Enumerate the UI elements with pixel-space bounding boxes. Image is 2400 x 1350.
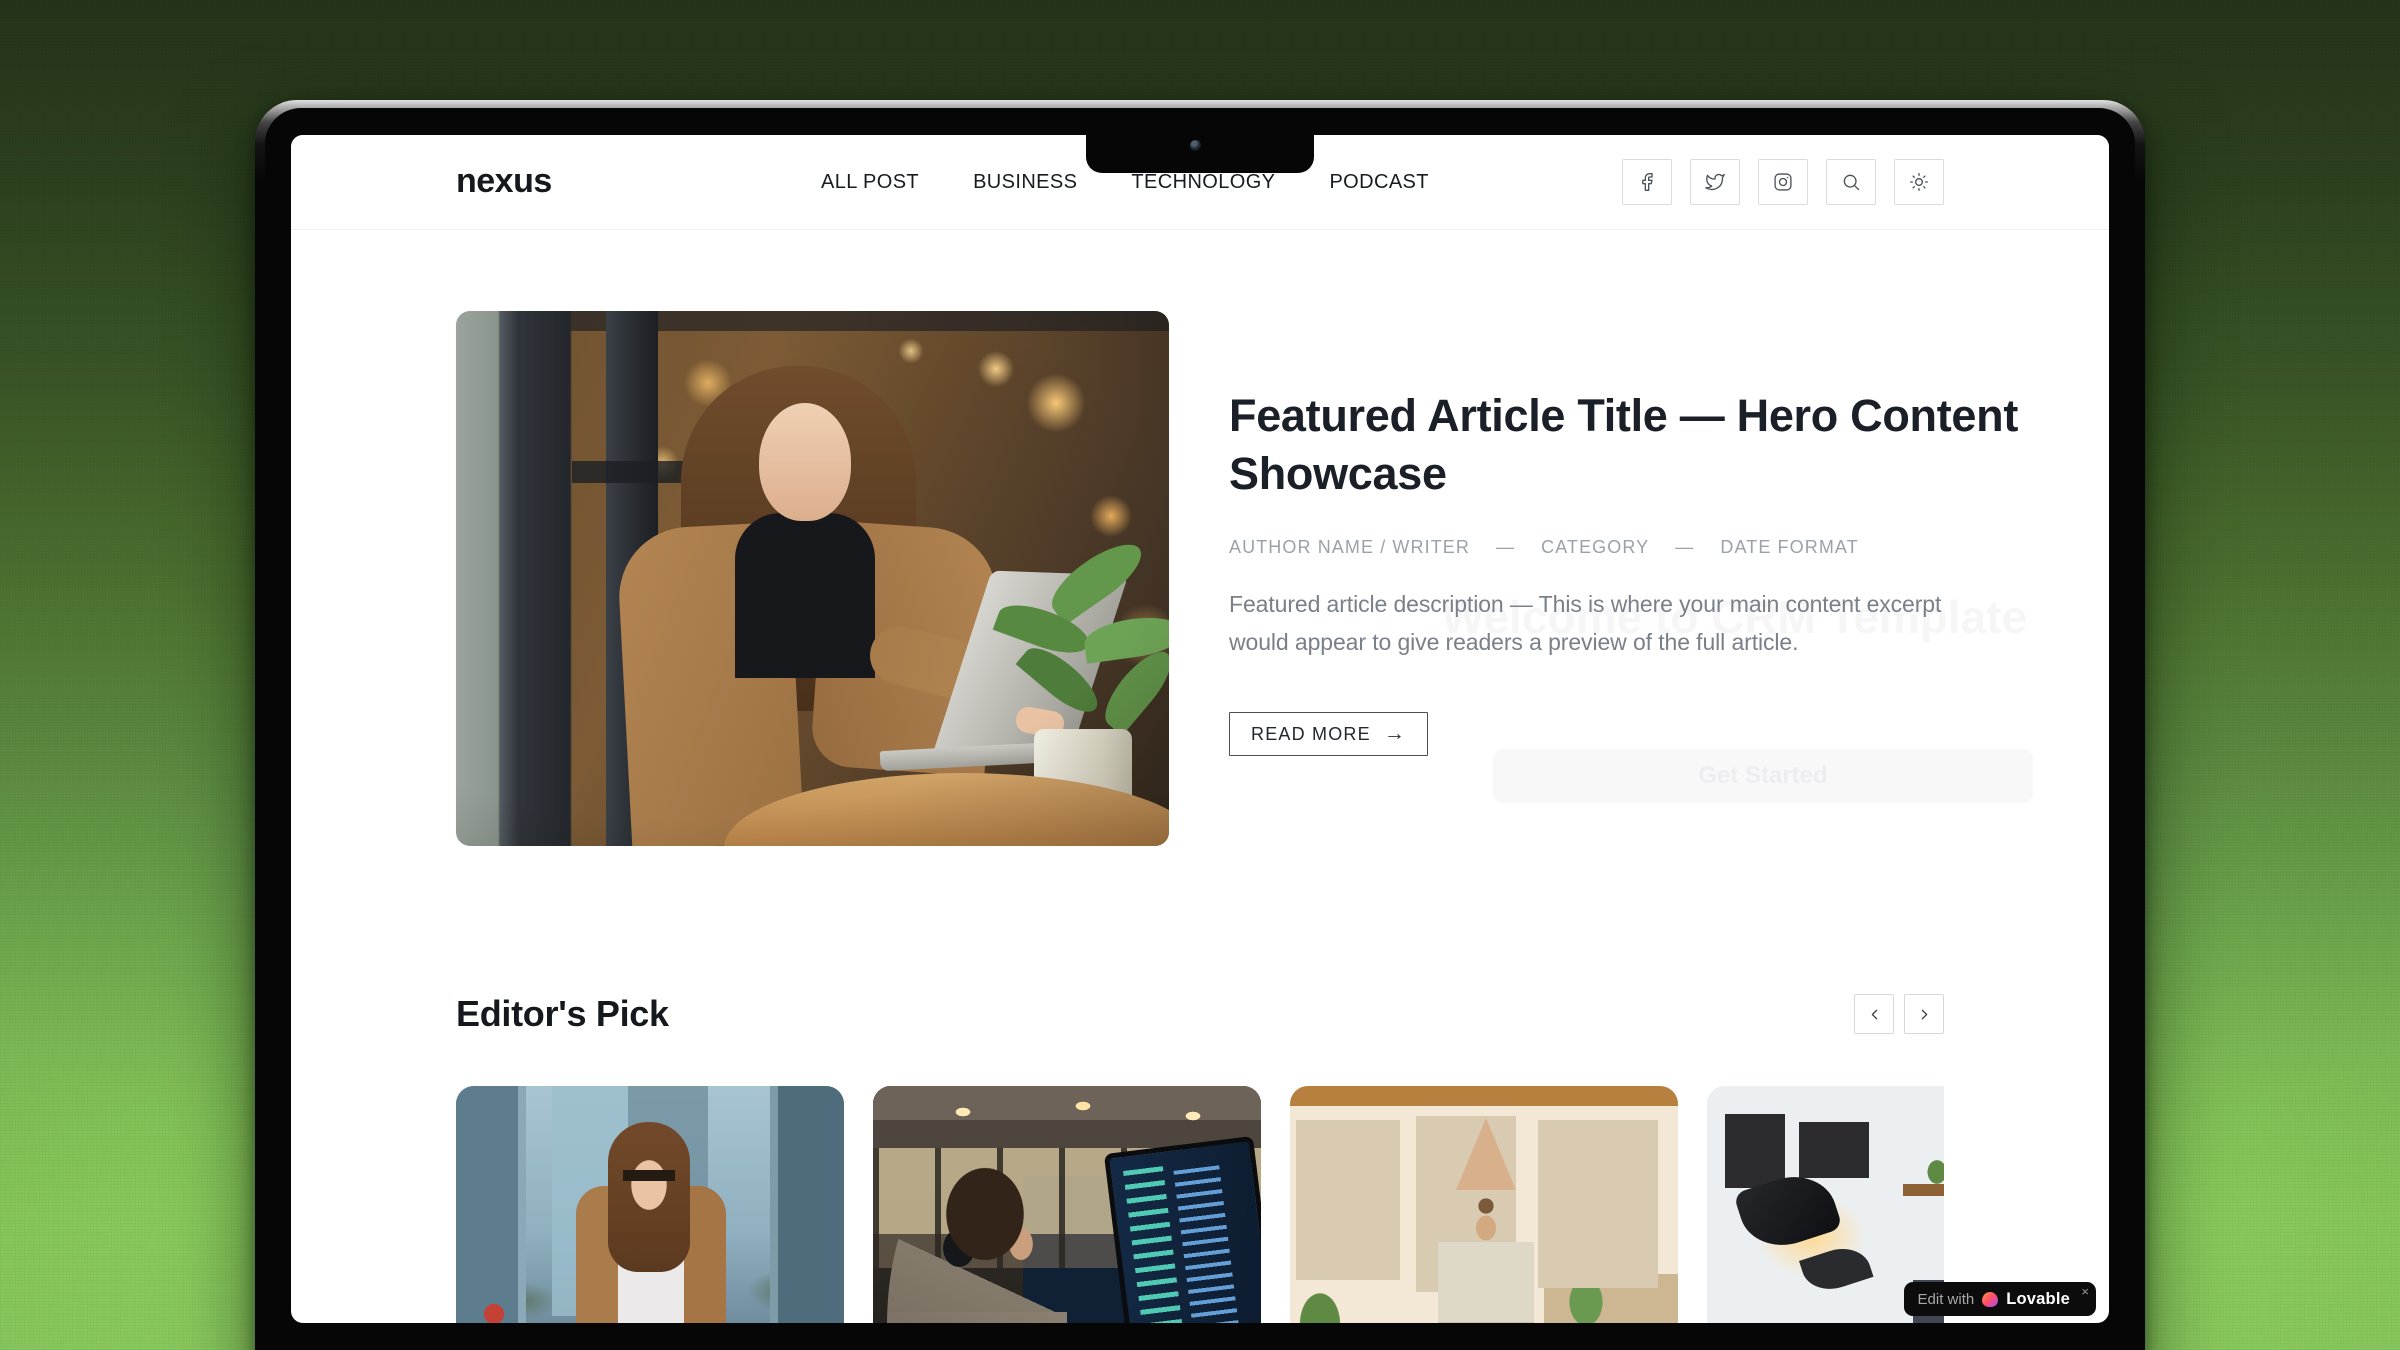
search-button[interactable] [1826,159,1876,205]
card-photo-yoga [1290,1086,1678,1323]
card-photo-developer [873,1086,1261,1323]
nav-item-business[interactable]: BUSINESS [973,171,1077,194]
photo-vignette [456,311,1169,846]
carousel-controls [1854,994,1944,1034]
laptop-bezel: nexus ALL POST BUSINESS TECHNOLOGY PODCA… [265,108,2135,1350]
date-label: DATE FORMAT [1720,537,1858,558]
ghost-button-label: Get Started [1698,762,1827,790]
browser-viewport: nexus ALL POST BUSINESS TECHNOLOGY PODCA… [291,135,2109,1323]
edit-with-label: Edit with [1918,1291,1975,1308]
theme-toggle-button[interactable] [1894,159,1944,205]
desktop-wallpaper: nexus ALL POST BUSINESS TECHNOLOGY PODCA… [0,0,2400,1350]
site-logo[interactable]: nexus [456,162,552,201]
featured-article-meta: AUTHOR NAME / WRITER — CATEGORY — DATE F… [1229,537,1859,558]
meta-separator: — [1496,537,1515,558]
category-label[interactable]: CATEGORY [1541,537,1649,558]
pick-card-developer[interactable] [873,1086,1261,1323]
read-more-label: READ MORE [1251,724,1371,745]
meta-separator: — [1675,537,1694,558]
social-bar [1622,159,1944,205]
featured-article-description: Featured article description — This is w… [1229,585,1969,661]
webcam-icon [1190,140,1201,151]
editors-pick-carousel [456,1086,1944,1323]
card-photo-street-fashion [456,1086,844,1323]
carousel-next-button[interactable] [1904,994,1944,1034]
twitter-button[interactable] [1690,159,1740,205]
featured-article-title: Featured Article Title — Hero Content Sh… [1229,387,2019,503]
lovable-brand-label: Lovable [2006,1290,2070,1309]
laptop-notch [1086,135,1314,173]
lovable-heart-icon [1982,1292,1998,1307]
pick-card-street-fashion[interactable] [456,1086,844,1323]
twitter-icon [1705,172,1725,192]
sun-icon [1909,172,1929,192]
instagram-button[interactable] [1758,159,1808,205]
chevron-left-icon [1866,1006,1883,1023]
chevron-right-icon [1916,1006,1933,1023]
pick-card-yoga[interactable] [1290,1086,1678,1323]
nav-item-podcast[interactable]: PODCAST [1329,171,1428,194]
instagram-icon [1773,172,1793,192]
facebook-icon [1637,172,1657,192]
arrow-right-icon: → [1384,722,1406,746]
facebook-button[interactable] [1622,159,1672,205]
search-icon [1841,172,1861,192]
lovable-badge[interactable]: Edit with Lovable × [1904,1282,2096,1316]
nav-item-all-post[interactable]: ALL POST [821,171,919,194]
editors-pick-header: Editor's Pick [456,993,1944,1035]
editors-pick-heading: Editor's Pick [456,993,669,1035]
close-icon[interactable]: × [2081,1285,2089,1298]
author-label[interactable]: AUTHOR NAME / WRITER [1229,537,1470,558]
read-more-button[interactable]: READ MORE → [1229,712,1428,756]
nav-item-technology[interactable]: TECHNOLOGY [1131,171,1275,194]
laptop-mockup: nexus ALL POST BUSINESS TECHNOLOGY PODCA… [255,100,2145,1350]
carousel-prev-button[interactable] [1854,994,1894,1034]
featured-article-image[interactable] [456,311,1169,846]
ghost-watermark-button: Get Started [1493,749,2033,803]
